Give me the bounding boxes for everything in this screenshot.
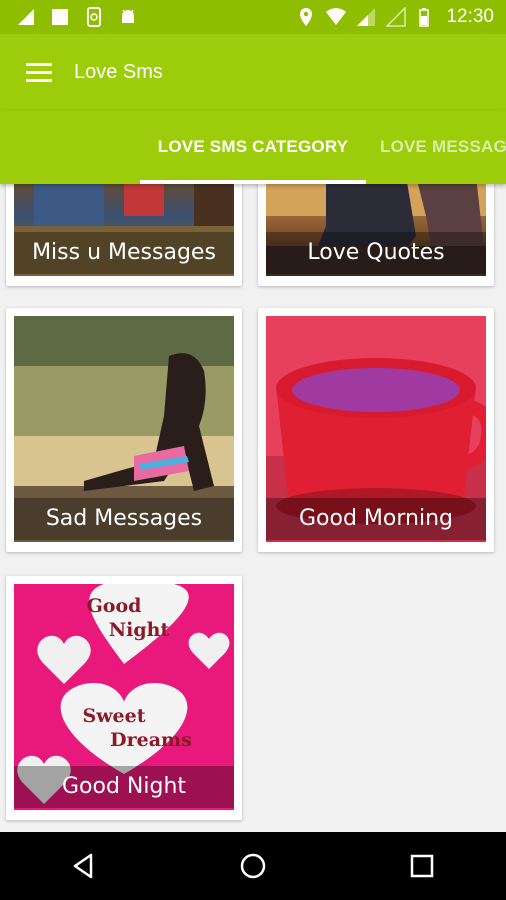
battery-icon — [416, 7, 436, 27]
category-card-love-quotes[interactable]: Love Quotes — [258, 168, 494, 286]
cell-signal-icon — [356, 7, 376, 27]
tab-love-sms-category[interactable]: LOVE SMS CATEGORY — [140, 110, 366, 184]
phone-sync-icon — [84, 7, 104, 27]
app-screen: 12:30 Love Sms Miss u Messages Love Quot… — [0, 0, 506, 900]
android-icon — [118, 7, 138, 27]
category-card-sad-messages[interactable]: Sad Messages — [6, 308, 242, 552]
tab-love-messages[interactable]: LOVE MESSAGES — [380, 110, 506, 184]
category-label: Love Quotes — [266, 232, 486, 274]
night-text: Night — [109, 619, 170, 641]
category-label: Good Morning — [266, 498, 486, 540]
category-label: Good Night — [14, 766, 234, 808]
dreams-text: Dreams — [110, 729, 192, 751]
recents-square-icon[interactable] — [392, 836, 452, 896]
app-title: Love Sms — [74, 60, 163, 83]
wifi-icon — [326, 7, 347, 27]
signal-icon — [16, 7, 36, 27]
hamburger-menu-icon[interactable] — [20, 52, 60, 92]
square-icon — [50, 7, 70, 27]
category-label: Sad Messages — [14, 498, 234, 540]
tab-indicator — [140, 180, 366, 184]
back-triangle-icon[interactable] — [54, 836, 114, 896]
good-text: Good — [87, 595, 142, 617]
category-card-miss-u-messages[interactable]: Miss u Messages — [6, 168, 242, 286]
category-card-good-morning[interactable]: Good Morning — [258, 308, 494, 552]
system-nav-bar — [0, 832, 506, 900]
cell-signal-empty-icon — [386, 7, 407, 27]
category-label: Miss u Messages — [14, 232, 234, 274]
category-card-good-night[interactable]: Good Night Sweet Dreams Good Night — [6, 576, 242, 820]
home-circle-icon[interactable] — [223, 836, 283, 896]
tab-bar: LOVE SMS CATEGORY LOVE MESSAGES — [0, 110, 506, 184]
status-bar: 12:30 — [0, 0, 506, 34]
location-icon — [296, 7, 316, 27]
sweet-text: Sweet — [82, 705, 145, 727]
app-toolbar: Love Sms — [0, 34, 506, 110]
status-time: 12:30 — [446, 6, 494, 27]
